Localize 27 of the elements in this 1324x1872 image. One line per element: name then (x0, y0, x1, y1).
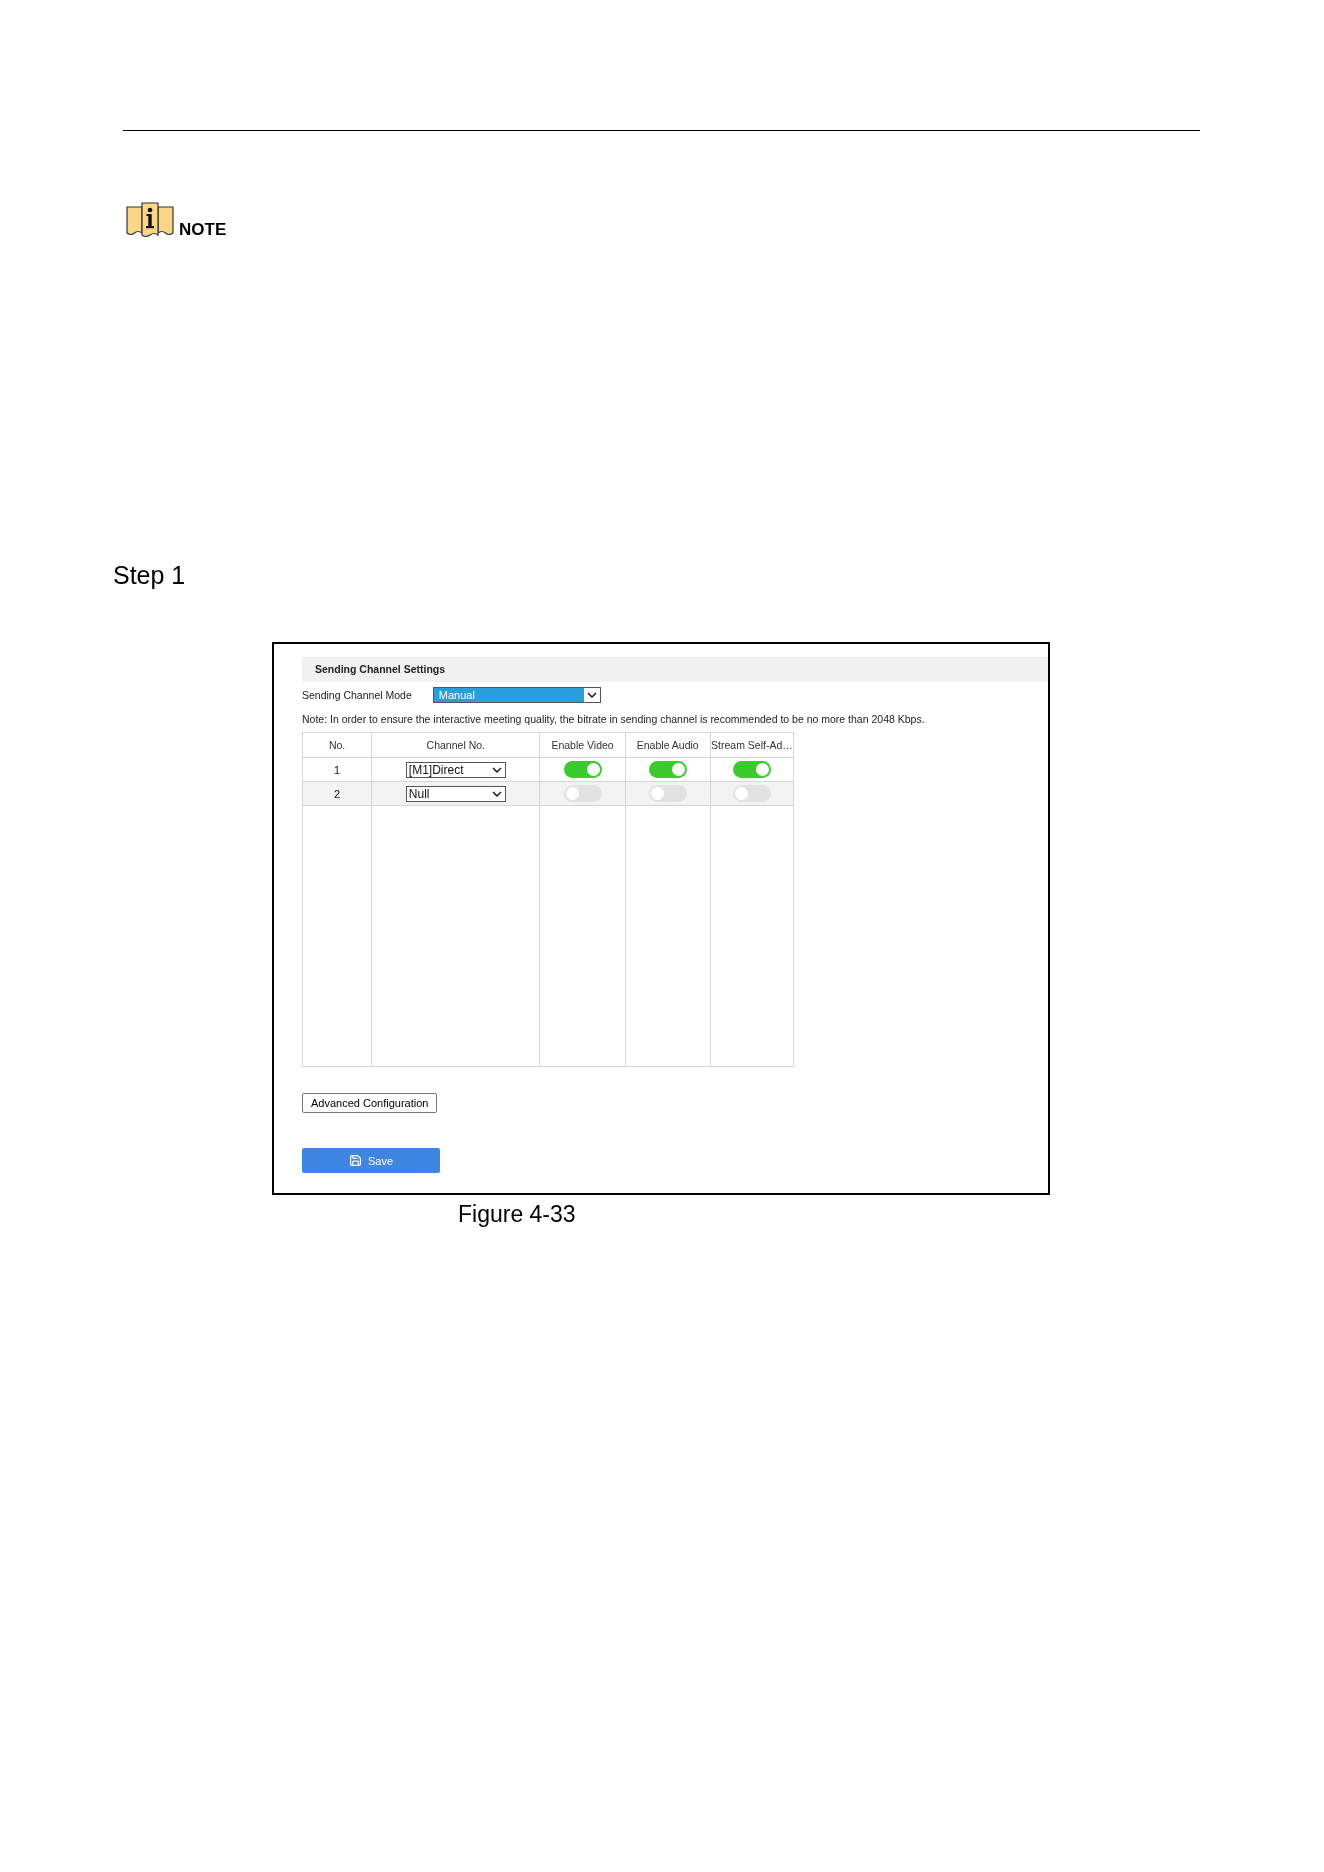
toggle-switch[interactable] (563, 761, 602, 778)
advanced-configuration-button[interactable]: Advanced Configuration (302, 1093, 438, 1113)
column-header: Stream Self-Ad… (710, 732, 794, 758)
table-cell: 2 (302, 781, 372, 806)
toggle-switch[interactable] (732, 761, 771, 778)
toggle-switch[interactable] (648, 761, 687, 778)
chevron-down-icon (491, 766, 502, 773)
info-booklet-icon (126, 202, 174, 238)
toggle-switch[interactable] (648, 785, 687, 802)
save-button[interactable]: Save (302, 1148, 440, 1173)
column-header: Channel No. (371, 732, 540, 758)
section-header: Sending Channel Settings (302, 657, 1048, 682)
channel-select[interactable]: Null (405, 785, 506, 802)
column-header: Enable Video (539, 732, 626, 758)
chevron-down-icon (491, 790, 502, 797)
figure-caption: Figure 4-33 (458, 1200, 576, 1228)
channel-select[interactable]: [M1]Direct (405, 761, 506, 778)
toggle-switch[interactable] (563, 785, 602, 802)
field-label: Sending Channel Mode (302, 688, 412, 701)
column-header: No. (302, 732, 372, 758)
column-header: Enable Audio (625, 732, 711, 758)
chevron-down-icon (586, 691, 597, 698)
note-label: NOTE (179, 221, 227, 238)
step-label: Step 1 (113, 560, 186, 590)
note-text: Note: In order to ensure the interactive meeting quality, the bitrate in sending channel is recommended to be no more than 2048 Kbps. (302, 713, 925, 726)
toggle-switch[interactable] (732, 785, 771, 802)
table-cell: 1 (302, 757, 372, 782)
